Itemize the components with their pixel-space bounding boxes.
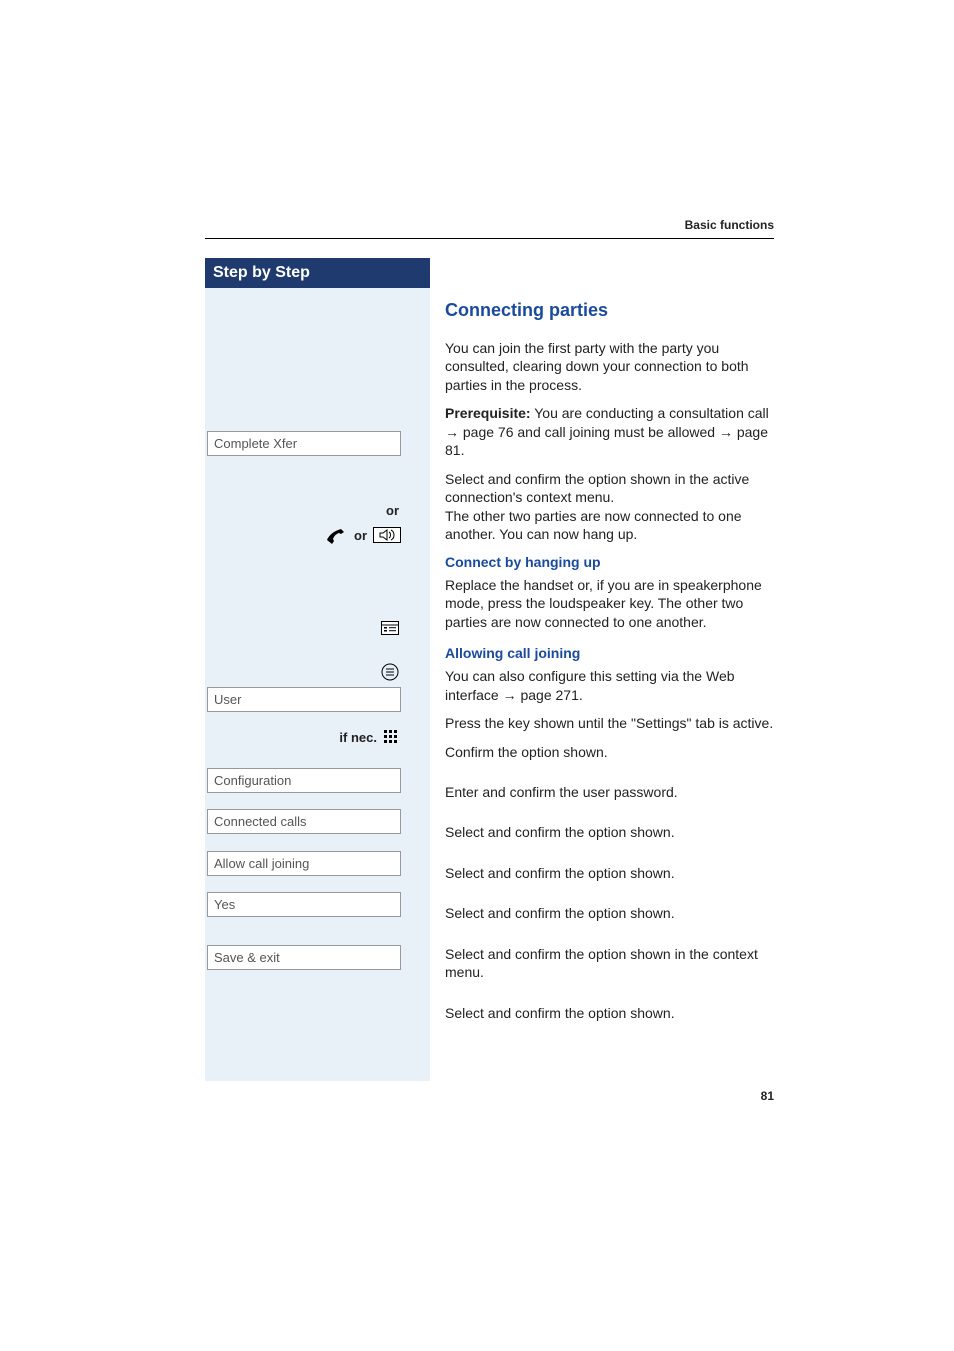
prerequisite-paragraph: Prerequisite: You are conducting a consu… [445, 404, 774, 459]
header-rule [205, 238, 774, 239]
sidebar-item-save-exit: Save & exit [207, 945, 401, 970]
sidebar-handset-or-speaker: or [207, 526, 401, 544]
menu-option-yes[interactable]: Yes [207, 892, 401, 917]
settings-key-icon [381, 663, 399, 681]
sidebar-item-complete-xfer: Complete Xfer [207, 431, 401, 456]
header-section-label: Basic functions [685, 218, 774, 232]
sidebar-ifnec: if nec. [205, 729, 399, 745]
speaker-key-icon [373, 527, 401, 543]
main-content: Connecting parties You can join the firs… [445, 258, 774, 1032]
web-config-icon [381, 621, 399, 635]
sidebar-item-connected-calls: Connected calls [207, 809, 401, 834]
menu-option-save-exit[interactable]: Save & exit [207, 945, 401, 970]
sidebar-title: Step by Step [205, 258, 430, 288]
sidebar-or-inline: or [354, 528, 367, 543]
configuration-paragraph: Select and confirm the option shown. [445, 823, 774, 841]
intro-paragraph: You can join the first party with the pa… [445, 339, 774, 394]
prerequisite-label: Prerequisite: [445, 405, 531, 421]
handset-icon [324, 526, 348, 544]
sidebar-settings-key-icon-row [205, 663, 399, 686]
keypad-icon [383, 729, 399, 745]
page-number: 81 [761, 1089, 774, 1103]
menu-option-allow-call-joining[interactable]: Allow call joining [207, 851, 401, 876]
confirm-user-paragraph: Confirm the option shown. [445, 743, 774, 761]
connect-hangup-heading: Connect by hanging up [445, 554, 774, 570]
yes-paragraph: Select and confirm the option shown in t… [445, 945, 774, 982]
connected-calls-paragraph: Select and confirm the option shown. [445, 864, 774, 882]
hangup-paragraph: Replace the handset or, if you are in sp… [445, 576, 774, 631]
sidebar-item-allow-call-joining: Allow call joining [207, 851, 401, 876]
sidebar-item-yes: Yes [207, 892, 401, 917]
password-paragraph: Enter and confirm the user password. [445, 783, 774, 801]
section-title: Connecting parties [445, 300, 774, 321]
menu-option-connected-calls[interactable]: Connected calls [207, 809, 401, 834]
document-page: Basic functions Step by Step Complete Xf… [0, 0, 954, 1351]
press-key-paragraph: Press the key shown until the "Settings"… [445, 714, 774, 732]
sidebar-or: or [205, 503, 399, 518]
sidebar-item-user: User [207, 687, 401, 712]
sidebar-item-configuration: Configuration [207, 768, 401, 793]
menu-option-configuration[interactable]: Configuration [207, 768, 401, 793]
sidebar-web-config-icon-row [205, 621, 399, 640]
menu-option-complete-xfer[interactable]: Complete Xfer [207, 431, 401, 456]
save-exit-paragraph: Select and confirm the option shown. [445, 1004, 774, 1022]
xfer-paragraph: Select and confirm the option shown in t… [445, 470, 774, 544]
web-config-paragraph: You can also configure this setting via … [445, 667, 774, 704]
step-sidebar: Step by Step Complete Xfer or or [205, 258, 430, 1081]
menu-option-user[interactable]: User [207, 687, 401, 712]
allowing-call-joining-heading: Allowing call joining [445, 645, 774, 661]
ifnec-text: if nec. [339, 730, 377, 745]
allow-call-joining-paragraph: Select and confirm the option shown. [445, 904, 774, 922]
